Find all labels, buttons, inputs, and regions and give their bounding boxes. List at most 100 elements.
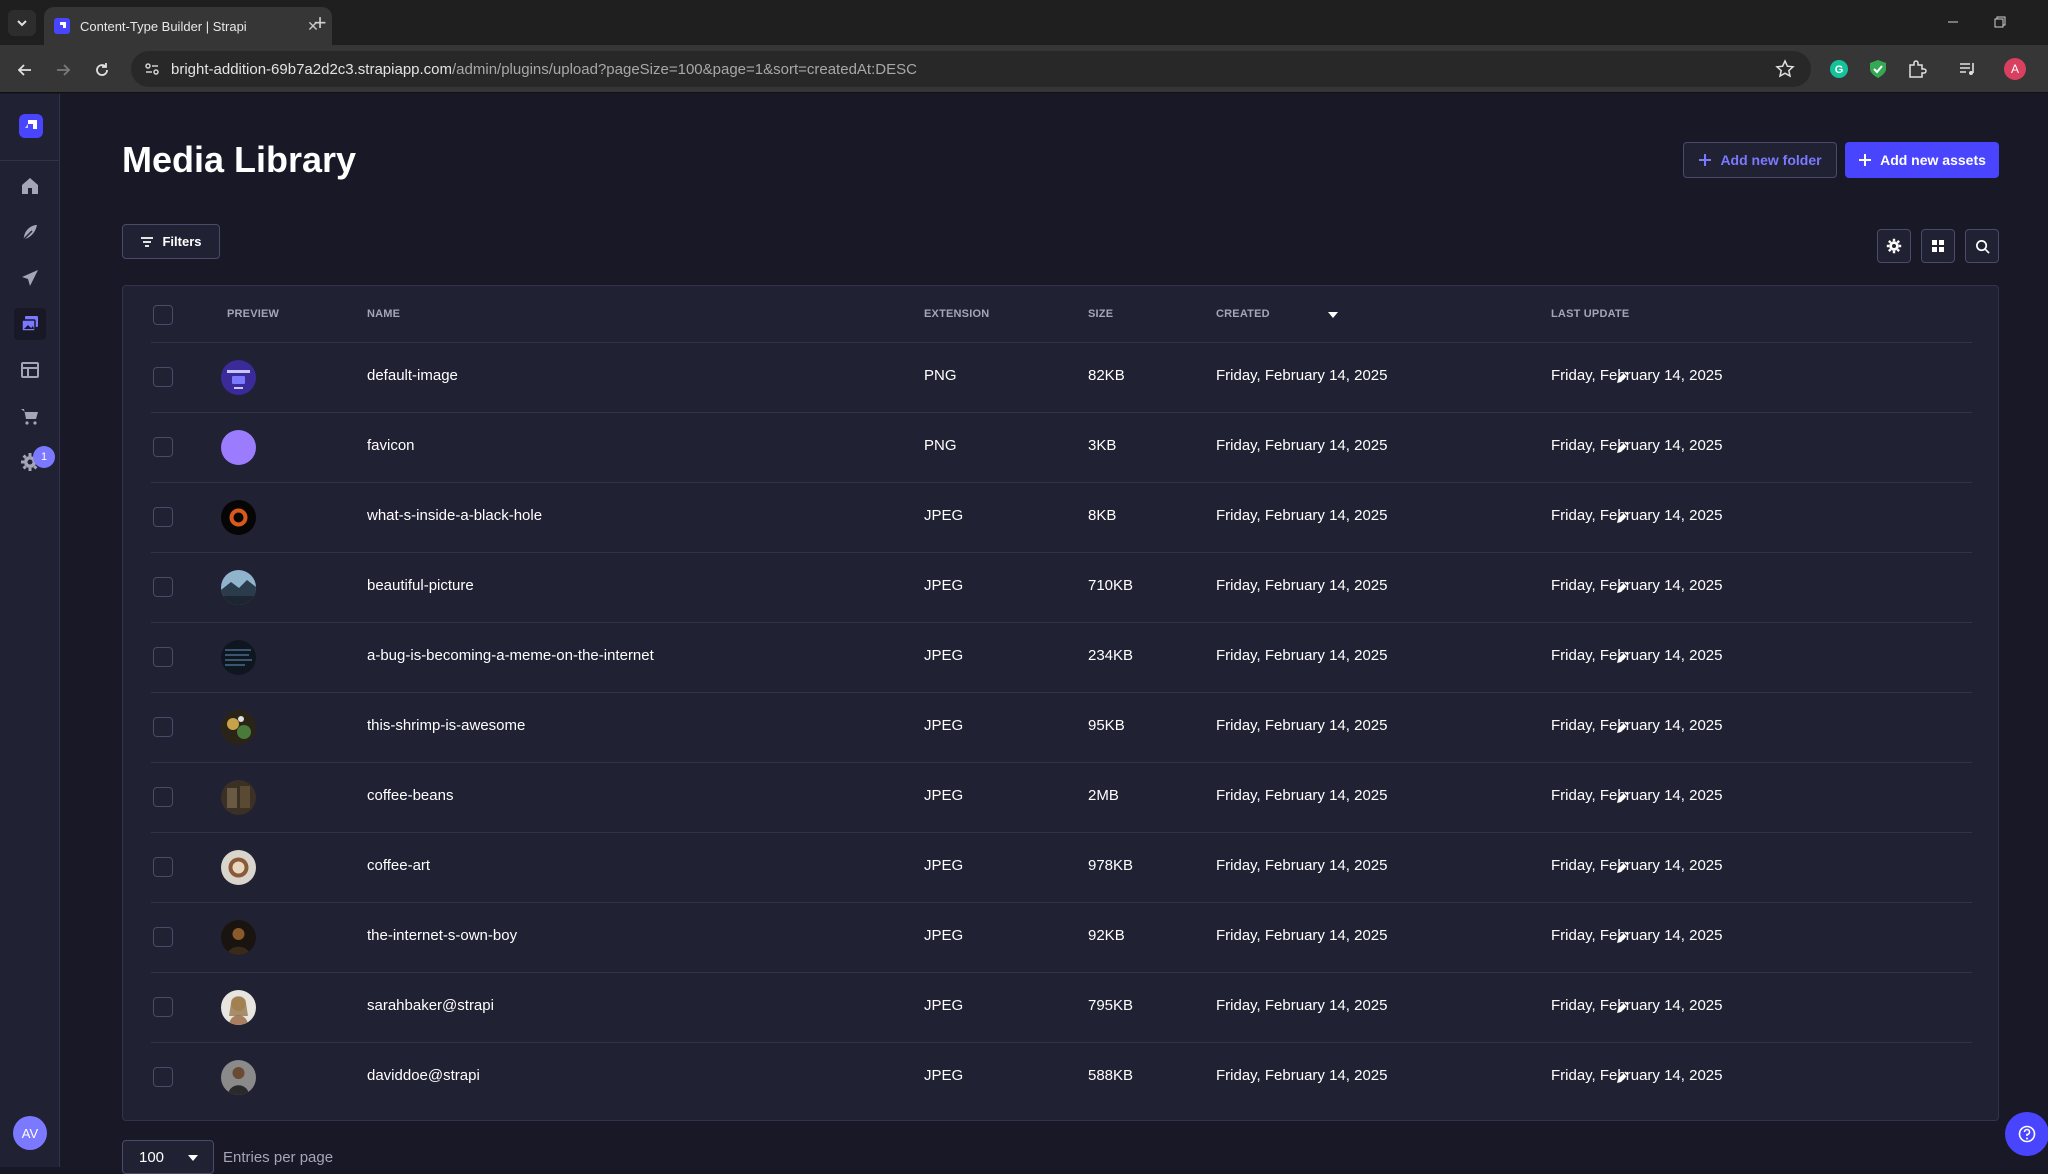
grid-view-button[interactable]	[1921, 229, 1955, 263]
configure-view-button[interactable]	[1877, 229, 1911, 263]
column-extension[interactable]: EXTENSION	[924, 308, 989, 320]
media-controls-icon[interactable]	[1956, 57, 1980, 81]
edit-asset-button[interactable]	[1613, 647, 1633, 667]
nav-divider	[0, 160, 60, 161]
tab-search-button[interactable]	[8, 10, 36, 36]
row-checkbox[interactable]	[153, 997, 173, 1017]
asset-size: 95KB	[1088, 717, 1125, 734]
back-button[interactable]	[10, 55, 40, 85]
filter-icon	[141, 236, 154, 247]
asset-preview-thumbnail	[221, 710, 256, 745]
edit-asset-button[interactable]	[1613, 997, 1633, 1017]
nav-content-type-builder[interactable]	[14, 216, 46, 248]
asset-size: 2MB	[1088, 787, 1119, 804]
grammarly-extension-icon[interactable]: G	[1827, 57, 1851, 81]
edit-asset-button[interactable]	[1613, 367, 1633, 387]
column-name[interactable]: NAME	[367, 308, 400, 320]
nav-layout[interactable]	[14, 354, 46, 386]
pencil-icon	[1617, 721, 1629, 733]
question-icon	[2018, 1125, 2036, 1143]
asset-preview-thumbnail	[221, 850, 256, 885]
row-checkbox[interactable]	[153, 367, 173, 387]
forward-button[interactable]	[48, 55, 78, 85]
table-row[interactable]: beautiful-picture JPEG 710KB Friday, Februa…	[151, 552, 1972, 622]
row-checkbox[interactable]	[153, 577, 173, 597]
minimize-window-button[interactable]	[1930, 8, 1976, 36]
edit-asset-button[interactable]	[1613, 717, 1633, 737]
table-row[interactable]: what-s-inside-a-black-hole JPEG 8KB Friday,…	[151, 482, 1972, 552]
sort-desc-caret-icon[interactable]	[1327, 311, 1339, 319]
new-tab-button[interactable]: +	[306, 10, 334, 36]
column-created[interactable]: CREATED	[1216, 308, 1270, 320]
edit-asset-button[interactable]	[1613, 927, 1633, 947]
edit-asset-button[interactable]	[1613, 577, 1633, 597]
table-row[interactable]: coffee-beans JPEG 2MB Friday, February 14, …	[151, 762, 1972, 832]
filters-button[interactable]: Filters	[122, 224, 220, 259]
site-info-icon[interactable]	[143, 60, 161, 78]
profile-avatar[interactable]: A	[2003, 57, 2027, 81]
cart-icon	[21, 409, 38, 425]
table-row[interactable]: this-shrimp-is-awesome JPEG 95KB Friday, Fe…	[151, 692, 1972, 762]
table-row[interactable]: daviddoe@strapi JPEG 588KB Friday, February…	[151, 1042, 1972, 1112]
nav-media-library[interactable]	[14, 308, 46, 340]
url-text: bright-addition-69b7a2d2c3.strapiapp.com…	[171, 61, 917, 78]
extensions-puzzle-icon[interactable]	[1905, 57, 1929, 81]
row-checkbox[interactable]	[153, 787, 173, 807]
asset-size: 8KB	[1088, 507, 1117, 524]
browser-tab[interactable]: Content-Type Builder | Strapi ✕	[44, 7, 332, 45]
edit-asset-button[interactable]	[1613, 437, 1633, 457]
reload-button[interactable]	[87, 55, 117, 85]
asset-extension: JPEG	[924, 577, 964, 594]
row-checkbox[interactable]	[153, 927, 173, 947]
address-bar[interactable]: bright-addition-69b7a2d2c3.strapiapp.com…	[131, 51, 1811, 87]
table-row[interactable]: a-bug-is-becoming-a-meme-on-the-internet…	[151, 622, 1972, 692]
row-checkbox[interactable]	[153, 857, 173, 877]
column-size[interactable]: SIZE	[1088, 308, 1113, 320]
user-avatar[interactable]: AV	[13, 1116, 47, 1150]
asset-size: 978KB	[1088, 857, 1134, 874]
bookmark-star-icon[interactable]	[1775, 59, 1795, 79]
row-checkbox[interactable]	[153, 717, 173, 737]
add-new-folder-button[interactable]: Add new folder	[1683, 142, 1837, 178]
help-button[interactable]	[2005, 1112, 2048, 1156]
asset-created-date: Friday, February 14, 2025	[1216, 507, 1388, 524]
row-checkbox[interactable]	[153, 507, 173, 527]
arrow-right-icon	[57, 64, 71, 76]
page-size-select[interactable]: 100	[122, 1140, 214, 1174]
edit-asset-button[interactable]	[1613, 857, 1633, 877]
gear-icon	[1886, 238, 1902, 254]
select-all-checkbox[interactable]	[153, 305, 173, 325]
asset-preview-thumbnail	[221, 990, 256, 1025]
row-checkbox[interactable]	[153, 1067, 173, 1087]
edit-asset-button[interactable]	[1613, 507, 1633, 527]
assets-table: PREVIEW NAME EXTENSION SIZE CREATED LAST…	[122, 285, 1999, 1121]
browser-tab-strip: Content-Type Builder | Strapi ✕ +	[0, 0, 2048, 45]
add-new-assets-button[interactable]: Add new assets	[1845, 142, 1999, 178]
table-row[interactable]: the-internet-s-own-boy JPEG 92KB Friday, Fe…	[151, 902, 1972, 972]
nav-content-manager[interactable]	[14, 262, 46, 294]
table-row[interactable]: coffee-art JPEG 978KB Friday, February 14, …	[151, 832, 1972, 902]
nav-home[interactable]	[14, 170, 46, 202]
asset-preview-thumbnail	[221, 1060, 256, 1095]
table-row[interactable]: favicon PNG 3KB Friday, February 14, 2025 Fr…	[151, 412, 1972, 482]
asset-name: sarahbaker@strapi	[367, 997, 494, 1014]
row-checkbox[interactable]	[153, 437, 173, 457]
shield-extension-icon[interactable]	[1866, 57, 1890, 81]
row-checkbox[interactable]	[153, 647, 173, 667]
strapi-logo-icon[interactable]	[19, 114, 43, 138]
asset-created-date: Friday, February 14, 2025	[1216, 787, 1388, 804]
edit-asset-button[interactable]	[1613, 1067, 1633, 1087]
table-row[interactable]: default-image PNG 82KB Friday, February 14,…	[151, 342, 1972, 412]
asset-extension: JPEG	[924, 647, 964, 664]
asset-extension: JPEG	[924, 1067, 964, 1084]
nav-marketplace[interactable]	[14, 400, 46, 432]
search-button[interactable]	[1965, 229, 1999, 263]
feather-icon	[22, 225, 37, 241]
column-last-update[interactable]: LAST UPDATE	[1551, 308, 1629, 320]
asset-updated-date: Friday, February 14, 2025	[1551, 367, 1723, 384]
restore-window-button[interactable]	[1980, 8, 2020, 36]
table-row[interactable]: sarahbaker@strapi JPEG 795KB Friday, Februa…	[151, 972, 1972, 1042]
asset-size: 588KB	[1088, 1067, 1134, 1084]
edit-asset-button[interactable]	[1613, 787, 1633, 807]
layout-icon	[21, 362, 39, 378]
